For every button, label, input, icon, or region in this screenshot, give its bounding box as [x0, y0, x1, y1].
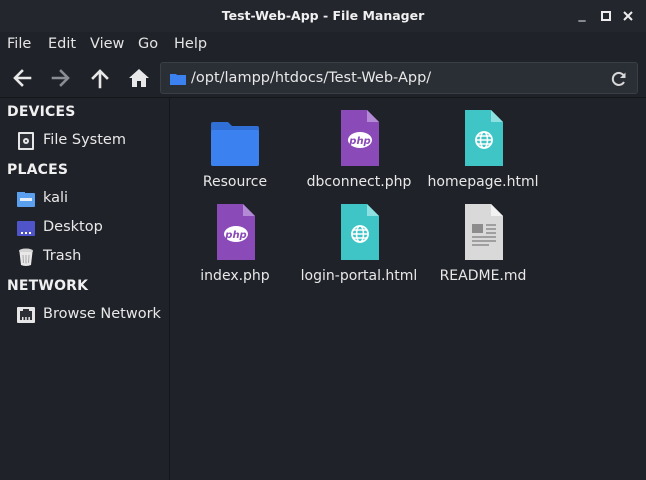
- php-file-icon: php: [217, 204, 255, 260]
- menu-go[interactable]: Go: [138, 36, 158, 52]
- desktop-icon: [17, 221, 35, 236]
- sidebar: DEVICES File System PLACES kali Desktop …: [0, 98, 170, 480]
- sidebar-item-browse-network[interactable]: Browse Network: [16, 303, 166, 327]
- file-name: Resource: [202, 174, 268, 190]
- back-button[interactable]: [8, 64, 38, 92]
- toolbar: /opt/lampp/htdocs/Test-Web-App/: [0, 58, 646, 98]
- forward-button[interactable]: [46, 64, 76, 92]
- file-name: index.php: [200, 268, 270, 284]
- home-folder-icon: [17, 192, 35, 207]
- php-badge: php: [224, 230, 246, 241]
- location-bar[interactable]: /opt/lampp/htdocs/Test-Web-App/: [160, 62, 638, 94]
- sidebar-item-label: Trash: [43, 248, 82, 264]
- html-file-icon: [341, 204, 379, 260]
- file-name: README.md: [439, 268, 527, 284]
- drive-icon: [18, 132, 34, 150]
- menu-bar: File Edit View Go Help: [0, 32, 646, 58]
- trash-icon: [19, 248, 33, 266]
- up-arrow-icon: [91, 69, 109, 89]
- network-header: NETWORK: [7, 278, 89, 294]
- minimize-button[interactable]: _: [573, 5, 591, 23]
- network-icon: [17, 307, 35, 323]
- file-name: homepage.html: [427, 174, 539, 190]
- folder-icon: [170, 74, 186, 85]
- file-item-dbconnect-php[interactable]: php dbconnect.php: [299, 102, 419, 192]
- file-name: login-portal.html: [300, 268, 418, 284]
- menu-view[interactable]: View: [90, 36, 124, 52]
- maximize-icon: [601, 11, 611, 21]
- menu-help[interactable]: Help: [174, 36, 207, 52]
- back-arrow-icon: [13, 69, 32, 87]
- file-item-resource[interactable]: Resource: [175, 102, 295, 192]
- sidebar-item-kali[interactable]: kali: [16, 187, 166, 211]
- file-name: dbconnect.php: [306, 174, 412, 190]
- file-view: Resource php dbconnect.php homepage.html: [171, 98, 646, 480]
- folder-icon: [211, 122, 259, 166]
- places-header: PLACES: [7, 162, 69, 178]
- php-badge: php: [348, 136, 370, 147]
- file-manager-window: Test-Web-App - File Manager _ File Edit …: [0, 0, 646, 480]
- sidebar-item-label: Browse Network: [43, 306, 161, 322]
- home-icon: [129, 69, 149, 87]
- title-bar: Test-Web-App - File Manager _: [0, 0, 646, 32]
- sidebar-item-desktop[interactable]: Desktop: [16, 216, 166, 240]
- sidebar-item-label: File System: [43, 132, 126, 148]
- devices-header: DEVICES: [7, 104, 76, 120]
- menu-file[interactable]: File: [7, 36, 31, 52]
- sidebar-item-trash[interactable]: Trash: [16, 245, 166, 269]
- home-button[interactable]: [124, 64, 154, 92]
- forward-arrow-icon: [51, 69, 70, 87]
- up-button[interactable]: [85, 64, 115, 92]
- file-item-readme-md[interactable]: README.md: [423, 196, 543, 286]
- file-item-homepage-html[interactable]: homepage.html: [423, 102, 543, 192]
- text-file-icon: [465, 204, 503, 260]
- menu-edit[interactable]: Edit: [48, 36, 76, 52]
- sidebar-item-label: Desktop: [43, 219, 103, 235]
- sidebar-item-label: kali: [43, 190, 69, 206]
- file-item-login-portal-html[interactable]: login-portal.html: [299, 196, 419, 286]
- window-title: Test-Web-App - File Manager: [221, 8, 425, 23]
- maximize-button[interactable]: [597, 7, 615, 25]
- file-item-index-php[interactable]: php index.php: [175, 196, 295, 286]
- html-file-icon: [465, 110, 503, 166]
- location-path[interactable]: /opt/lampp/htdocs/Test-Web-App/: [191, 70, 431, 86]
- reload-icon[interactable]: [609, 69, 629, 89]
- close-icon: [623, 11, 633, 21]
- sidebar-item-file-system[interactable]: File System: [16, 129, 166, 153]
- php-file-icon: php: [341, 110, 379, 166]
- close-button[interactable]: [619, 7, 637, 25]
